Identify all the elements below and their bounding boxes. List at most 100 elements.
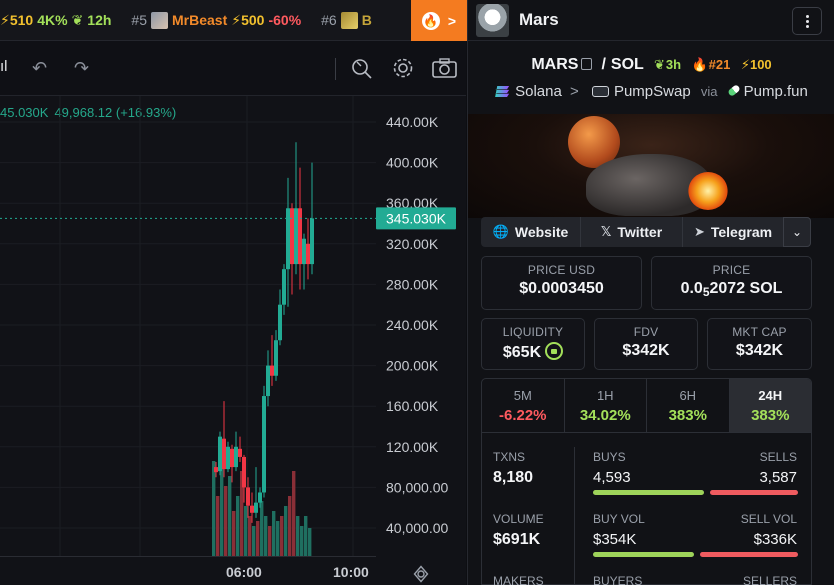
candle-body	[290, 208, 294, 265]
indicator-icon[interactable]: ıl	[0, 58, 8, 75]
buy-vol-label: BUY VOL	[593, 512, 645, 526]
ticker-item-1[interactable]: ⚡510 4K% ❦ 12h	[0, 12, 111, 29]
buyers-label: BUYERS	[593, 574, 643, 585]
price-sol-card: PRICE 0.052072 SOL	[651, 256, 812, 310]
txns-label: TXNS	[493, 450, 526, 464]
tab-1h[interactable]: 1H 34.02%	[565, 379, 647, 432]
chevron-down-icon[interactable]: ⌄	[783, 217, 811, 247]
token-avatar	[476, 3, 509, 37]
telegram-link[interactable]: ➤ Telegram	[683, 217, 783, 247]
volume-bar	[268, 526, 272, 556]
price-sol: 0.052072 SOL	[680, 280, 783, 299]
ticker-item-3[interactable]: #6 B	[321, 11, 372, 29]
fdv-card: FDV $342K	[594, 318, 698, 370]
candle-body	[270, 365, 274, 376]
tab-5m[interactable]: 5M -6.22%	[482, 379, 565, 432]
candle-body	[218, 436, 222, 472]
volume-bar	[284, 506, 288, 556]
volume-bar	[228, 476, 232, 556]
volume-bar	[264, 516, 268, 556]
price-axis-label: 200.00K	[386, 358, 439, 374]
ticker-change: -60%	[268, 12, 302, 28]
volume-bar	[256, 521, 260, 556]
fdv-value: $342K	[622, 342, 670, 359]
pair-info: MARS / SOL ❦3h 🔥#21 ⚡100	[531, 56, 772, 73]
price-axis-label: 240.00K	[386, 317, 439, 333]
telegram-icon: ➤	[693, 224, 705, 239]
volume-bar	[288, 496, 292, 556]
liquidity-value: $65K	[502, 344, 542, 361]
volume-bar	[296, 516, 300, 556]
trending-ticker: ⚡510 4K% ❦ 12h #5 MrBeast ⚡500 -60% #6 B	[0, 0, 411, 41]
trade-stats: TXNS 8,180 BUYS 4,593 SELLS 3,587 VOLUME…	[481, 433, 812, 585]
timeframe-tabs: 5M -6.22% 1H 34.02% 6H 383% 24H 383%	[481, 378, 812, 433]
chart-settings-icon[interactable]	[412, 565, 430, 583]
candle-body	[258, 492, 262, 503]
quote-symbol: SOL	[610, 56, 644, 73]
zoom-icon[interactable]	[351, 57, 373, 79]
volume-bar	[272, 511, 276, 556]
stats-divider	[574, 447, 575, 585]
sell-volume-bar	[700, 552, 798, 557]
lock-icon[interactable]	[545, 342, 564, 360]
makers-label: MAKERS	[493, 574, 544, 585]
candle-body	[230, 448, 234, 468]
ticker-age: 12h	[87, 12, 112, 28]
volume-bar	[292, 471, 296, 556]
camera-icon[interactable]	[432, 58, 457, 78]
social-links: 🌐 Website 𝕏 Twitter ➤ Telegram ⌄	[481, 217, 811, 247]
sprout-icon: ❦	[653, 57, 665, 72]
more-options-button[interactable]	[792, 7, 822, 35]
token-banner-image	[468, 114, 834, 218]
copy-icon[interactable]	[581, 58, 593, 70]
candle-body	[262, 396, 266, 493]
boost-count: ⚡510	[0, 11, 34, 28]
buys-value: 4,593	[593, 469, 631, 486]
tab-24h[interactable]: 24H 383%	[729, 379, 811, 432]
redo-icon[interactable]: ↷	[74, 58, 89, 79]
candlestick-plot: 440.00K400.00K360.00K320.00K280.00K240.0…	[0, 96, 456, 556]
solana-icon	[495, 86, 510, 97]
price-chart[interactable]: 45.030K 49,968.12 (+16.93%) 440.00K 400.00…	[0, 96, 466, 585]
current-price-label: 345.030K	[386, 210, 447, 226]
price-axis-label: 80,000.00	[386, 479, 448, 495]
candle-body	[246, 487, 250, 506]
ticker-name: MrBeast	[172, 12, 228, 28]
candle-body	[274, 340, 278, 376]
flame-icon: 🔥	[421, 11, 440, 30]
candle-body	[254, 502, 258, 513]
website-link[interactable]: 🌐 Website	[481, 217, 581, 247]
globe-icon: 🌐	[492, 224, 509, 239]
ticker-rank: #6	[321, 12, 337, 28]
chart-toolbar: ıl ↶ ↷	[0, 41, 466, 96]
chain-breadcrumb: Solana > PumpSwap via Pump.fun	[468, 83, 834, 100]
token-info-panel: Mars MARS / SOL ❦3h 🔥#21 ⚡100 Solana > Pum…	[467, 0, 834, 585]
sellers-label: SELLERS	[742, 574, 797, 585]
price-usd-card: PRICE USD $0.0003450	[481, 256, 642, 310]
ticker-item-2[interactable]: #5 MrBeast ⚡500 -60%	[131, 11, 302, 29]
trending-toggle-button[interactable]: 🔥 >	[411, 0, 467, 41]
volume-bar	[244, 506, 248, 556]
tab-6h[interactable]: 6H 383%	[647, 379, 730, 432]
chain-name[interactable]: Solana	[515, 83, 562, 100]
undo-icon[interactable]: ↶	[32, 58, 47, 79]
volume-bar	[236, 496, 240, 556]
sprout-icon: ❦	[71, 11, 84, 28]
price-axis-label: 120.00K	[386, 439, 439, 455]
base-symbol: MARS	[531, 56, 579, 73]
launchpad-name[interactable]: Pump.fun	[744, 83, 808, 100]
candle-body	[234, 446, 238, 468]
sell-vol-value: $336K	[753, 531, 797, 548]
gear-icon[interactable]	[392, 57, 414, 79]
volume-bar	[252, 526, 256, 556]
twitter-link[interactable]: 𝕏 Twitter	[581, 217, 683, 247]
pumpfun-icon	[726, 83, 741, 98]
dex-name[interactable]: PumpSwap	[614, 83, 691, 100]
price-axis-label: 320.00K	[386, 236, 439, 252]
volume-bar	[232, 511, 236, 556]
volume-bar	[304, 516, 308, 556]
buy-volume-bar	[593, 552, 694, 557]
volume-bar	[224, 486, 228, 556]
price-axis-label: 440.00K	[386, 114, 439, 130]
candle-body	[310, 218, 314, 265]
